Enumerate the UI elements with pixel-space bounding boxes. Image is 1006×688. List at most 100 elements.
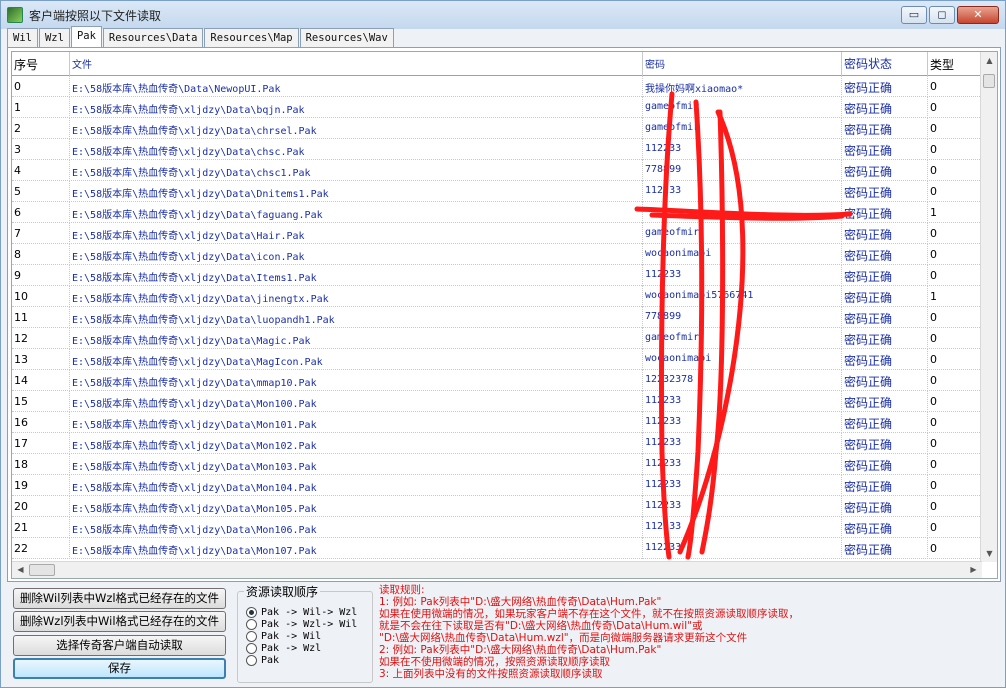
column-header-type[interactable]: 类型: [928, 52, 982, 76]
scroll-up-icon[interactable]: ▲: [981, 56, 997, 65]
table-row[interactable]: 11 E:\58版本库\热血传奇\xljdzy\Data\luopandh1.Pa…: [12, 307, 982, 328]
vertical-scrollbar[interactable]: ▲ ▼: [980, 52, 997, 562]
read-rules-text: 读取规则: 1: 例如: Pak列表中"D:\盛大网络\热血传奇\Data\Hum…: [379, 584, 1001, 680]
column-header-index[interactable]: 序号: [12, 52, 70, 76]
list-header: 序号 文件 密码 密码状态 类型: [12, 52, 982, 76]
read-order-option-label: Pak -> Wzl: [261, 643, 322, 654]
cell-index: 18: [12, 454, 70, 475]
cell-type: 1: [928, 286, 982, 307]
cell-index: 20: [12, 496, 70, 517]
table-row[interactable]: 20 E:\58版本库\热血传奇\xljdzy\Data\Mon105.Pak 11…: [12, 496, 982, 517]
cell-type: 0: [928, 391, 982, 412]
cell-file: E:\58版本库\热血传奇\xljdzy\Data\MagIcon.Pak: [70, 349, 643, 370]
select-client-button[interactable]: 选择传奇客户端自动读取: [13, 635, 226, 656]
cell-type: 0: [928, 181, 982, 202]
radio-checked-icon[interactable]: [246, 607, 257, 618]
read-order-option[interactable]: Pak -> Wzl-> Wil: [246, 619, 357, 630]
cell-password-status: 密码正确: [842, 328, 928, 349]
cell-index: 2: [12, 118, 70, 139]
radio-unchecked-icon[interactable]: [246, 655, 257, 666]
tab-wil[interactable]: Wil: [7, 28, 38, 47]
table-row[interactable]: 7 E:\58版本库\热血传奇\xljdzy\Data\Hair.Pak gameo…: [12, 223, 982, 244]
cell-type: 0: [928, 328, 982, 349]
cell-password-status: 密码正确: [842, 475, 928, 496]
save-button[interactable]: 保存: [13, 658, 226, 679]
table-row[interactable]: 21 E:\58版本库\热血传奇\xljdzy\Data\Mon106.Pak 11…: [12, 517, 982, 538]
cell-index: 15: [12, 391, 70, 412]
horizontal-scrollbar[interactable]: ◀ ▶: [12, 561, 982, 578]
cell-index: 11: [12, 307, 70, 328]
radio-unchecked-icon[interactable]: [246, 631, 257, 642]
scroll-down-icon[interactable]: ▼: [981, 549, 997, 558]
table-row[interactable]: 19 E:\58版本库\热血传奇\xljdzy\Data\Mon104.Pak 11…: [12, 475, 982, 496]
scroll-left-icon[interactable]: ◀: [12, 565, 29, 574]
table-row[interactable]: 1 E:\58版本库\热血传奇\xljdzy\Data\bqjn.Pak gameo…: [12, 97, 982, 118]
table-row[interactable]: 5 E:\58版本库\热血传奇\xljdzy\Data\Dnitems1.Pak 1…: [12, 181, 982, 202]
table-row[interactable]: 10 E:\58版本库\热血传奇\xljdzy\Data\jinengtx.Pak…: [12, 286, 982, 307]
table-row[interactable]: 16 E:\58版本库\热血传奇\xljdzy\Data\Mon101.Pak 11…: [12, 412, 982, 433]
table-row[interactable]: 4 E:\58版本库\热血传奇\xljdzy\Data\chsc1.Pak 7788…: [12, 160, 982, 181]
cell-index: 19: [12, 475, 70, 496]
cell-password-status: 密码正确: [842, 496, 928, 517]
cell-password: 112233: [643, 496, 842, 517]
cell-password: 112233: [643, 181, 842, 202]
tab-pak[interactable]: Pak: [70, 26, 102, 47]
delete-wil-duplicates-button[interactable]: 删除Wil列表中Wzl格式已经存在的文件: [13, 588, 226, 609]
cell-index: 8: [12, 244, 70, 265]
cell-file: E:\58版本库\热血传奇\xljdzy\Data\luopandh1.Pak: [70, 307, 643, 328]
file-list[interactable]: 序号 文件 密码 密码状态 类型 0 E:\58版本库\热血传奇\Data\NewopUI…: [11, 51, 998, 579]
tab-wzl[interactable]: Wzl: [38, 28, 70, 47]
scroll-right-icon[interactable]: ▶: [965, 565, 982, 574]
minimize-button[interactable]: ▭: [901, 6, 927, 24]
cell-file: E:\58版本库\热血传奇\xljdzy\Data\bqjn.Pak: [70, 97, 643, 118]
list-body: 0 E:\58版本库\热血传奇\Data\NewopUI.Pak 我操你妈啊xiao…: [12, 76, 982, 559]
rule-line: 1: 例如: Pak列表中"D:\盛大网络\热血传奇\Data\Hum.Pak": [379, 596, 662, 608]
table-row[interactable]: 2 E:\58版本库\热血传奇\xljdzy\Data\chrsel.Pak gam…: [12, 118, 982, 139]
tab-resources-wav[interactable]: Resources\Wav: [299, 28, 394, 47]
table-row[interactable]: 18 E:\58版本库\热血传奇\xljdzy\Data\Mon103.Pak 11…: [12, 454, 982, 475]
read-order-option[interactable]: Pak -> Wzl: [246, 643, 321, 654]
cell-file: E:\58版本库\热血传奇\xljdzy\Data\Hair.Pak: [70, 223, 643, 244]
read-order-group: 资源读取顺序 Pak -> Wil-> Wzl Pak -> Wzl-> Wil P…: [237, 583, 373, 683]
cell-file: E:\58版本库\热血传奇\xljdzy\Data\icon.Pak: [70, 244, 643, 265]
cell-type: 0: [928, 370, 982, 391]
delete-wzl-duplicates-button[interactable]: 删除Wzl列表中Wil格式已经存在的文件: [13, 611, 226, 632]
tab-resources-map[interactable]: Resources\Map: [204, 28, 299, 47]
table-row[interactable]: 15 E:\58版本库\热血传奇\xljdzy\Data\Mon100.Pak 11…: [12, 391, 982, 412]
radio-unchecked-icon[interactable]: [246, 619, 257, 630]
table-row[interactable]: 14 E:\58版本库\热血传奇\xljdzy\Data\mmap10.Pak 12…: [12, 370, 982, 391]
table-row[interactable]: 6 E:\58版本库\热血传奇\xljdzy\Data\faguang.Pak 密码…: [12, 202, 982, 223]
tab-panel-pak: 序号 文件 密码 密码状态 类型 0 E:\58版本库\热血传奇\Data\NewopUI…: [7, 47, 1001, 582]
radio-unchecked-icon[interactable]: [246, 643, 257, 654]
table-row[interactable]: 8 E:\58版本库\热血传奇\xljdzy\Data\icon.Pak wocao…: [12, 244, 982, 265]
table-row[interactable]: 13 E:\58版本库\热血传奇\xljdzy\Data\MagIcon.Pak w…: [12, 349, 982, 370]
maximize-button[interactable]: ◻: [929, 6, 955, 24]
cell-password: gameofmir: [643, 328, 842, 349]
vertical-scroll-thumb[interactable]: [983, 74, 995, 88]
table-row[interactable]: 3 E:\58版本库\热血传奇\xljdzy\Data\chsc.Pak 11223…: [12, 139, 982, 160]
rule-line: "D:\盛大网络\热血传奇\Data\Hum.wzl"，而是向微端服务器请求更新…: [379, 632, 748, 644]
read-order-option[interactable]: Pak -> Wil-> Wzl: [246, 607, 357, 618]
cell-index: 17: [12, 433, 70, 454]
table-row[interactable]: 17 E:\58版本库\热血传奇\xljdzy\Data\Mon102.Pak 11…: [12, 433, 982, 454]
cell-file: E:\58版本库\热血传奇\Data\NewopUI.Pak: [70, 76, 643, 97]
cell-index: 1: [12, 97, 70, 118]
table-row[interactable]: 9 E:\58版本库\热血传奇\xljdzy\Data\Items1.Pak 112…: [12, 265, 982, 286]
horizontal-scroll-thumb[interactable]: [29, 564, 55, 576]
cell-password-status: 密码正确: [842, 76, 928, 97]
table-row[interactable]: 22 E:\58版本库\热血传奇\xljdzy\Data\Mon107.Pak 11…: [12, 538, 982, 559]
title-bar: 客户端按照以下文件读取 ▭ ◻ ✕: [1, 1, 1005, 29]
cell-password: 112233: [643, 139, 842, 160]
table-row[interactable]: 0 E:\58版本库\热血传奇\Data\NewopUI.Pak 我操你妈啊xiao…: [12, 76, 982, 97]
table-row[interactable]: 12 E:\58版本库\热血传奇\xljdzy\Data\Magic.Pak gam…: [12, 328, 982, 349]
column-header-file[interactable]: 文件: [70, 52, 643, 76]
cell-type: 0: [928, 433, 982, 454]
read-order-option[interactable]: Pak: [246, 655, 279, 666]
column-header-password-status[interactable]: 密码状态: [842, 52, 928, 76]
close-button[interactable]: ✕: [957, 6, 999, 24]
cell-password-status: 密码正确: [842, 370, 928, 391]
read-order-option[interactable]: Pak -> Wil: [246, 631, 321, 642]
column-header-password[interactable]: 密码: [643, 52, 842, 76]
tab-resources-data[interactable]: Resources\Data: [102, 28, 204, 47]
cell-file: E:\58版本库\热血传奇\xljdzy\Data\Mon107.Pak: [70, 538, 643, 559]
